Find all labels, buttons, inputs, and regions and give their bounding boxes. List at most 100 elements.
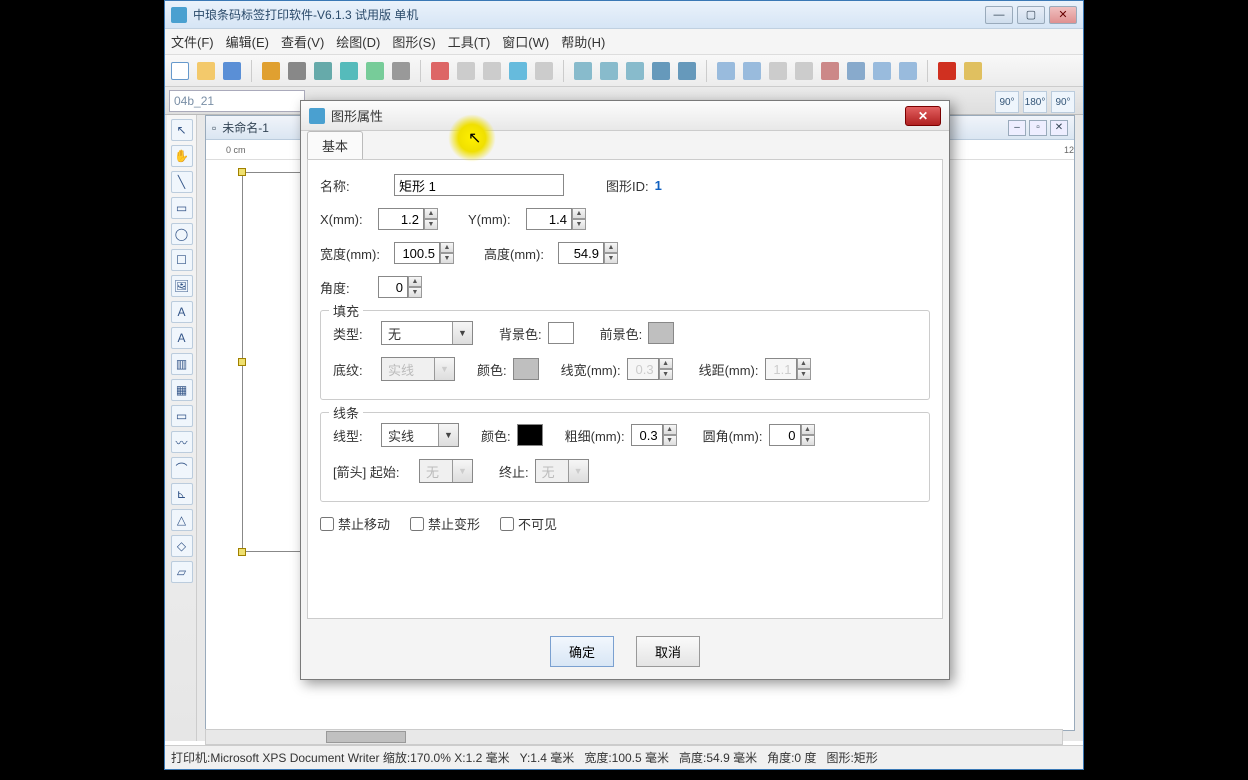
menu-shape[interactable]: 图形(S) bbox=[392, 32, 435, 51]
triangle-tool-icon[interactable]: △ bbox=[171, 509, 193, 531]
menu-view[interactable]: 查看(V) bbox=[281, 32, 324, 51]
cancel-button[interactable]: 取消 bbox=[636, 636, 700, 667]
menu-help[interactable]: 帮助(H) bbox=[561, 32, 605, 51]
scrollbar-thumb[interactable] bbox=[326, 731, 406, 743]
roundrect-tool-icon[interactable]: ▭ bbox=[171, 197, 193, 219]
name-input[interactable] bbox=[394, 174, 564, 196]
font-combo[interactable]: 04b_21 bbox=[169, 90, 305, 112]
grid-icon[interactable] bbox=[392, 62, 410, 80]
group-icon[interactable] bbox=[821, 62, 839, 80]
fill-linew-spinner: ▲▼ bbox=[659, 358, 673, 380]
hand-tool-icon[interactable]: ✋ bbox=[171, 145, 193, 167]
fg-color-swatch[interactable] bbox=[648, 322, 674, 344]
width-spinner[interactable]: ▲▼ bbox=[440, 242, 454, 264]
image2-tool-icon[interactable]: 🖼 bbox=[171, 275, 193, 297]
copy-icon[interactable] bbox=[457, 62, 475, 80]
lock-move-checkbox[interactable]: 禁止移动 bbox=[320, 514, 390, 533]
lock-deform-checkbox[interactable]: 禁止变形 bbox=[410, 514, 480, 533]
image-tool-icon[interactable]: ☐ bbox=[171, 249, 193, 271]
stroke-thick-spinner[interactable]: ▲▼ bbox=[663, 424, 677, 446]
maximize-button[interactable]: ▢ bbox=[1017, 6, 1045, 24]
angle-input[interactable] bbox=[378, 276, 408, 298]
doc-minimize-button[interactable]: – bbox=[1008, 120, 1026, 136]
menu-file[interactable]: 文件(F) bbox=[171, 32, 214, 51]
invisible-checkbox[interactable]: 不可见 bbox=[500, 514, 568, 533]
qrcode-tool-icon[interactable]: ▦ bbox=[171, 379, 193, 401]
menu-tool[interactable]: 工具(T) bbox=[448, 32, 491, 51]
tab-basic[interactable]: 基本 bbox=[307, 131, 363, 159]
resize-handle-w[interactable] bbox=[238, 358, 246, 366]
doc-close-button[interactable]: ✕ bbox=[1050, 120, 1068, 136]
curve-tool-icon[interactable]: 〰 bbox=[171, 431, 193, 453]
x-spinner[interactable]: ▲▼ bbox=[424, 208, 438, 230]
order-icon[interactable] bbox=[873, 62, 891, 80]
redo-icon[interactable] bbox=[535, 62, 553, 80]
align2-icon[interactable] bbox=[743, 62, 761, 80]
batch-icon[interactable] bbox=[366, 62, 384, 80]
new-icon[interactable] bbox=[171, 62, 189, 80]
paste-icon[interactable] bbox=[483, 62, 501, 80]
document-tab-title[interactable]: 未命名-1 bbox=[222, 119, 269, 136]
fit-width-icon[interactable] bbox=[652, 62, 670, 80]
lock-icon[interactable] bbox=[847, 62, 865, 80]
y-spinner[interactable]: ▲▼ bbox=[572, 208, 586, 230]
height-input[interactable] bbox=[558, 242, 604, 264]
angle-spinner[interactable]: ▲▼ bbox=[408, 276, 422, 298]
zoom-in-icon[interactable] bbox=[574, 62, 592, 80]
menu-draw[interactable]: 绘图(D) bbox=[336, 32, 380, 51]
open-icon[interactable] bbox=[197, 62, 215, 80]
diamond-tool-icon[interactable]: ◇ bbox=[171, 535, 193, 557]
zoom-out-icon[interactable] bbox=[600, 62, 618, 80]
menu-edit[interactable]: 编辑(E) bbox=[226, 32, 269, 51]
pdf-icon[interactable] bbox=[938, 62, 956, 80]
rotate-90-icon[interactable]: 90° bbox=[995, 91, 1019, 113]
line-tool-icon[interactable]: ╲ bbox=[171, 171, 193, 193]
stroke-corner-spinner[interactable]: ▲▼ bbox=[801, 424, 815, 446]
pointer-tool-icon[interactable]: ↖ bbox=[171, 119, 193, 141]
x-input[interactable] bbox=[378, 208, 424, 230]
print-icon[interactable] bbox=[288, 62, 306, 80]
dialog-title-bar[interactable]: 图形属性 ✕ bbox=[301, 101, 949, 131]
ellipse-tool-icon[interactable]: ◯ bbox=[171, 223, 193, 245]
measure-tool-icon[interactable]: ⊾ bbox=[171, 483, 193, 505]
rect-tool-icon[interactable]: ▭ bbox=[171, 405, 193, 427]
ok-button[interactable]: 确定 bbox=[550, 636, 614, 667]
dialog-close-button[interactable]: ✕ bbox=[905, 106, 941, 126]
arrange-icon[interactable] bbox=[899, 62, 917, 80]
stroke-style-combo[interactable]: 实线▼ bbox=[381, 423, 459, 447]
stroke-corner-input[interactable] bbox=[769, 424, 801, 446]
stroke-thick-input[interactable] bbox=[631, 424, 663, 446]
resize-handle-sw[interactable] bbox=[238, 548, 246, 556]
horizontal-scrollbar[interactable] bbox=[205, 729, 1063, 745]
menu-window[interactable]: 窗口(W) bbox=[502, 32, 549, 51]
barcode-tool-icon[interactable]: ▥ bbox=[171, 353, 193, 375]
fit-page-icon[interactable] bbox=[678, 62, 696, 80]
bg-color-swatch[interactable] bbox=[548, 322, 574, 344]
save-icon[interactable] bbox=[223, 62, 241, 80]
stroke-color-swatch[interactable] bbox=[517, 424, 543, 446]
settings-icon[interactable] bbox=[262, 62, 280, 80]
align3-icon[interactable] bbox=[769, 62, 787, 80]
database-icon[interactable] bbox=[340, 62, 358, 80]
y-input[interactable] bbox=[526, 208, 572, 230]
rotate-neg90-icon[interactable]: 90° bbox=[1051, 91, 1075, 113]
align1-icon[interactable] bbox=[717, 62, 735, 80]
richtext-tool-icon[interactable]: A bbox=[171, 327, 193, 349]
align4-icon[interactable] bbox=[795, 62, 813, 80]
zoom-fit-icon[interactable] bbox=[626, 62, 644, 80]
cut-icon[interactable] bbox=[431, 62, 449, 80]
preview-icon[interactable] bbox=[314, 62, 332, 80]
fill-type-combo[interactable]: 无▼ bbox=[381, 321, 473, 345]
minimize-button[interactable]: — bbox=[985, 6, 1013, 24]
close-button[interactable]: ✕ bbox=[1049, 6, 1077, 24]
height-spinner[interactable]: ▲▼ bbox=[604, 242, 618, 264]
text-tool-icon[interactable]: A bbox=[171, 301, 193, 323]
rotate-180-icon[interactable]: 180° bbox=[1023, 91, 1047, 113]
width-input[interactable] bbox=[394, 242, 440, 264]
resize-handle-nw[interactable] bbox=[238, 168, 246, 176]
parallelogram-tool-icon[interactable]: ▱ bbox=[171, 561, 193, 583]
arc-tool-icon[interactable]: ⌒ bbox=[171, 457, 193, 479]
undo-icon[interactable] bbox=[509, 62, 527, 80]
doc-restore-button[interactable]: ▫ bbox=[1029, 120, 1047, 136]
calc-icon[interactable] bbox=[964, 62, 982, 80]
